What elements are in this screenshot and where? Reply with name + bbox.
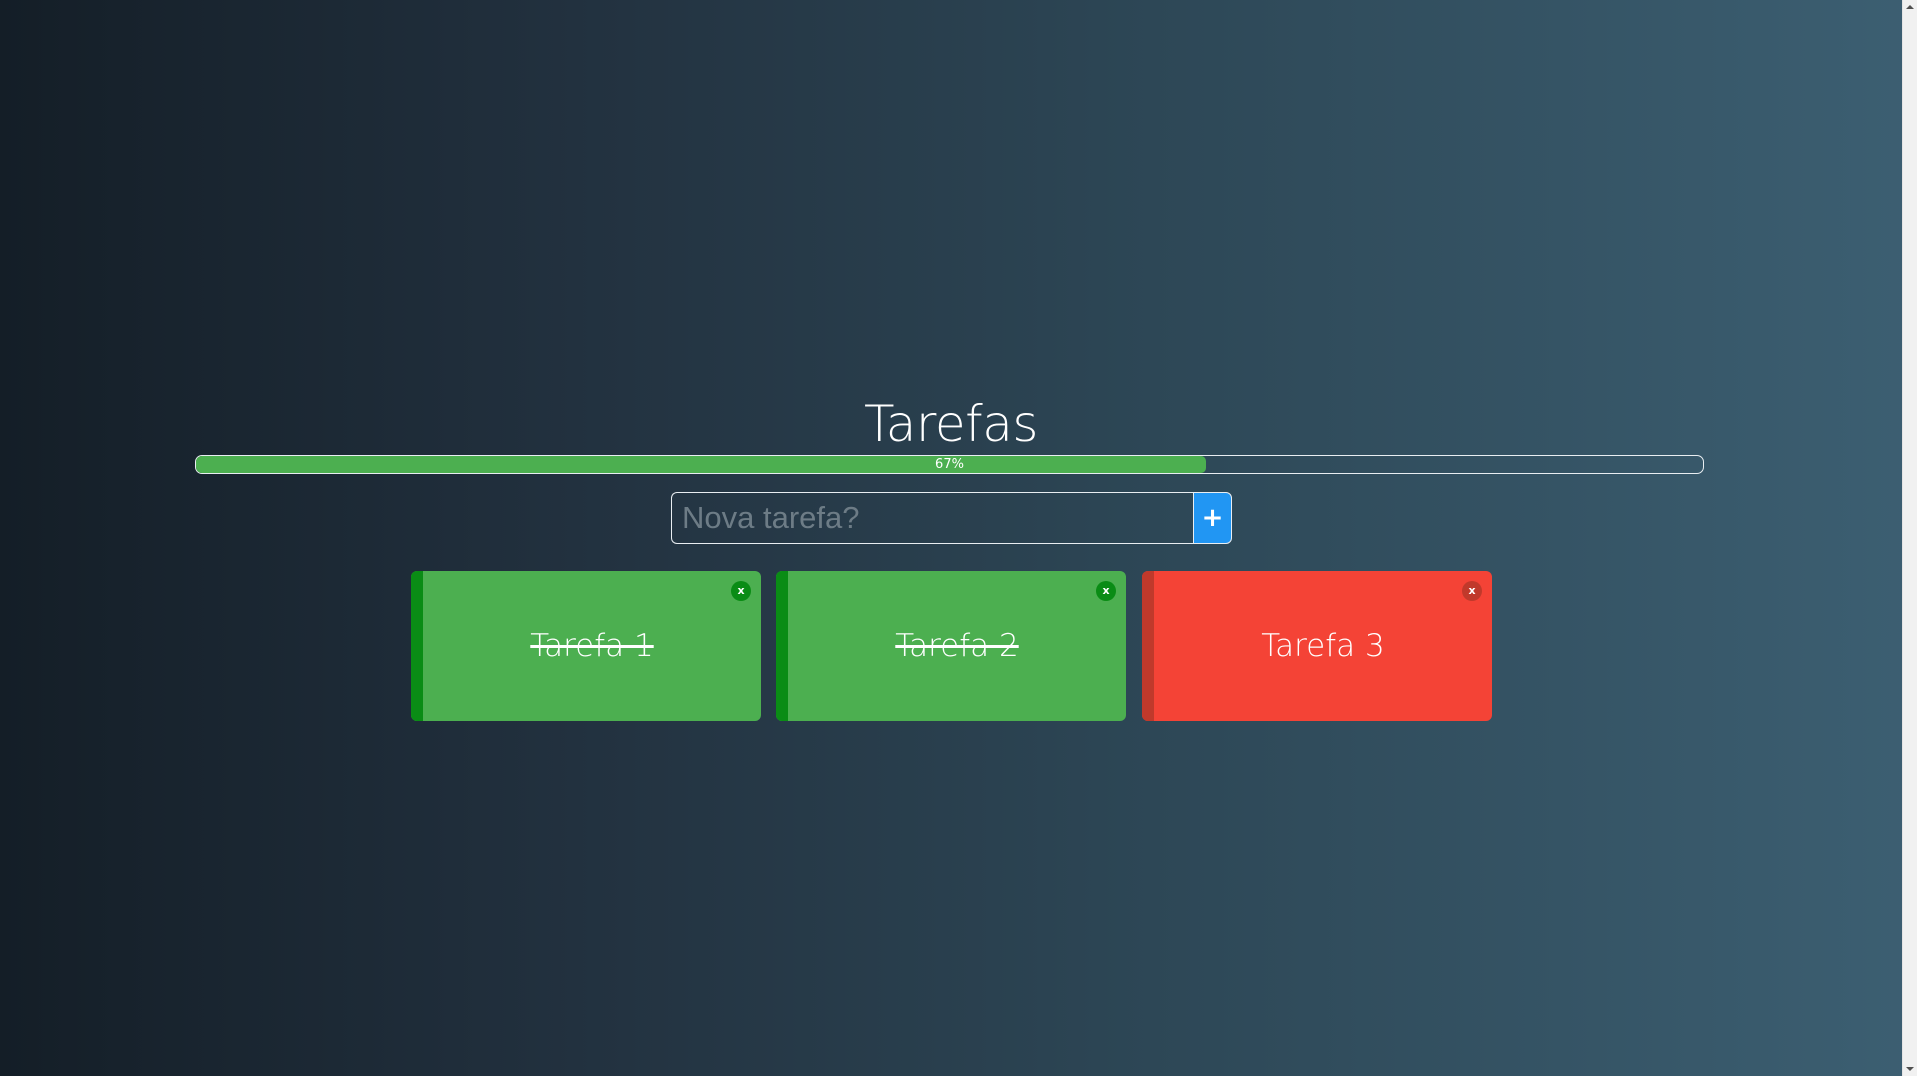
- task-label: Tarefa 3: [1261, 628, 1385, 664]
- progress-label: 67%: [935, 457, 964, 472]
- new-task-input[interactable]: [671, 492, 1193, 544]
- vertical-scrollbar[interactable]: [1902, 0, 1917, 1076]
- task-status-stripe: [411, 571, 423, 721]
- todo-app: Tarefas 67% + Tarefa 1 x Tarefa 2 x Tare…: [0, 0, 1902, 1076]
- page-title: Tarefas: [864, 395, 1038, 453]
- scroll-down-arrow-icon[interactable]: [1906, 1067, 1914, 1071]
- new-task-form: +: [671, 492, 1232, 544]
- task-card-3[interactable]: Tarefa 3 x: [1142, 571, 1492, 721]
- task-label: Tarefa 2: [895, 628, 1019, 664]
- close-icon[interactable]: x: [1096, 581, 1116, 601]
- scroll-up-arrow-icon[interactable]: [1906, 5, 1914, 9]
- progress-bar: 67%: [195, 455, 1704, 474]
- task-status-stripe: [1142, 571, 1154, 721]
- add-task-button[interactable]: +: [1193, 492, 1232, 544]
- task-card-2[interactable]: Tarefa 2 x: [776, 571, 1126, 721]
- close-icon[interactable]: x: [1462, 581, 1482, 601]
- close-icon[interactable]: x: [731, 581, 751, 601]
- task-card-1[interactable]: Tarefa 1 x: [411, 571, 761, 721]
- task-label: Tarefa 1: [530, 628, 654, 664]
- task-status-stripe: [776, 571, 788, 721]
